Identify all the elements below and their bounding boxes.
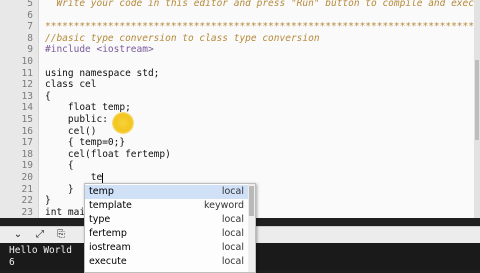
line-number: 21 (21, 183, 33, 195)
line-number: 16 (21, 125, 33, 137)
code-text[interactable]: Write your code in this editor and press… (45, 0, 480, 9)
code-text[interactable]: { (45, 160, 74, 171)
autocomplete-scrollbar-thumb[interactable] (249, 186, 254, 216)
autocomplete-item-name: iostream (89, 242, 131, 253)
line-number: 13 (21, 90, 33, 102)
autocomplete-item-type[interactable]: type local (85, 213, 248, 227)
autocomplete-item-iostream[interactable]: iostream local (85, 241, 248, 255)
code-text[interactable]: cel() (45, 126, 97, 137)
autocomplete-item-template[interactable]: template keyword (85, 199, 248, 213)
line-number: 18 (21, 148, 33, 160)
autocomplete-item-kind: local (221, 228, 244, 239)
output-line-1: Hello World (9, 245, 72, 256)
line-number: 20 (21, 172, 33, 183)
editor-scrollbar[interactable] (474, 0, 480, 218)
autocomplete-item-kind: local (221, 242, 244, 253)
line-number: 17 (21, 137, 33, 149)
text-cursor (102, 172, 104, 183)
autocomplete-item-name: execute (89, 256, 127, 267)
line-number: 9 (27, 44, 33, 56)
code-line[interactable]: 15 public: (0, 114, 480, 125)
autocomplete-item-name: type (89, 214, 111, 225)
autocomplete-item-kind: local (221, 186, 244, 197)
code-text[interactable]: public: (45, 114, 108, 125)
code-text[interactable]: float temp; (45, 102, 131, 113)
code-text[interactable]: } (45, 195, 51, 206)
autocomplete-item-name: template (89, 200, 132, 211)
autocomplete-item-execute[interactable]: execute local (85, 255, 248, 269)
autocomplete-item-kind: local (221, 214, 244, 225)
line-number: 23 (21, 206, 33, 218)
code-text[interactable]: { (45, 91, 51, 102)
line-number: 6 (27, 9, 33, 21)
line-number: 8 (27, 32, 33, 44)
code-line[interactable]: 16 cel() (0, 126, 480, 137)
autocomplete-scrollbar[interactable] (248, 184, 255, 272)
autocomplete-item-name: fertemp (89, 228, 127, 239)
editor-scrollbar-thumb[interactable] (475, 60, 479, 140)
code-text[interactable]: class cel (45, 79, 96, 90)
line-number: 7 (27, 21, 33, 33)
code-line[interactable]: 7 ***************************************… (0, 21, 480, 32)
code-text[interactable]: //basic type conversion to class type co… (45, 33, 320, 44)
autocomplete-item-temp[interactable]: temp local (85, 185, 248, 199)
code-line[interactable]: 12 class cel (0, 79, 480, 90)
code-line[interactable]: 19 { (0, 160, 480, 171)
line-number: 11 (21, 67, 33, 79)
code-line[interactable]: 8 //basic type conversion to class type c… (0, 33, 480, 44)
autocomplete-popup: temp local template keyword type local fertemp… (84, 183, 256, 273)
line-number: 10 (21, 56, 33, 67)
code-text[interactable]: using namespace std; (45, 68, 159, 79)
line-number: 5 (27, 0, 33, 9)
code-line[interactable]: 9 #include <iostream> (0, 44, 480, 55)
expand-icon[interactable]: ⤢ (34, 229, 46, 241)
line-number: 22 (21, 195, 33, 207)
autocomplete-item-kind: local (221, 256, 244, 267)
clear-output-icon[interactable]: ⎘ (55, 229, 67, 241)
code-text[interactable]: te (45, 172, 104, 183)
code-line[interactable]: 5 Write your code in this editor and pre… (0, 0, 480, 9)
code-text[interactable]: { temp=0;} (45, 137, 125, 148)
code-text[interactable]: ****************************************… (45, 21, 480, 32)
code-line[interactable]: 10 (0, 56, 480, 67)
collapse-icon[interactable]: ⌄ (12, 229, 24, 241)
code-line[interactable]: 13 { (0, 91, 480, 102)
autocomplete-item-name: temp (89, 186, 114, 197)
code-line[interactable]: 20 te (0, 172, 480, 183)
autocomplete-item-fertemp[interactable]: fertemp local (85, 227, 248, 241)
line-number: 12 (21, 79, 33, 91)
autocomplete-item-kind: keyword (204, 200, 244, 211)
code-text[interactable]: #include <iostream> (45, 44, 154, 55)
line-number: 14 (21, 102, 33, 114)
code-line[interactable]: 6 (0, 10, 480, 21)
code-line[interactable]: 17 { temp=0;} (0, 137, 480, 148)
code-text[interactable]: cel(float fertemp) (45, 149, 171, 160)
code-line[interactable]: 14 float temp; (0, 102, 480, 113)
code-text[interactable]: } (45, 184, 74, 195)
mouse-pointer-highlight (112, 112, 134, 134)
line-number: 19 (21, 160, 33, 172)
code-line[interactable]: 18 cel(float fertemp) (0, 149, 480, 160)
output-line-2: 6 (9, 257, 15, 268)
code-line[interactable]: 11 using namespace std; (0, 68, 480, 79)
line-number: 15 (21, 114, 33, 125)
